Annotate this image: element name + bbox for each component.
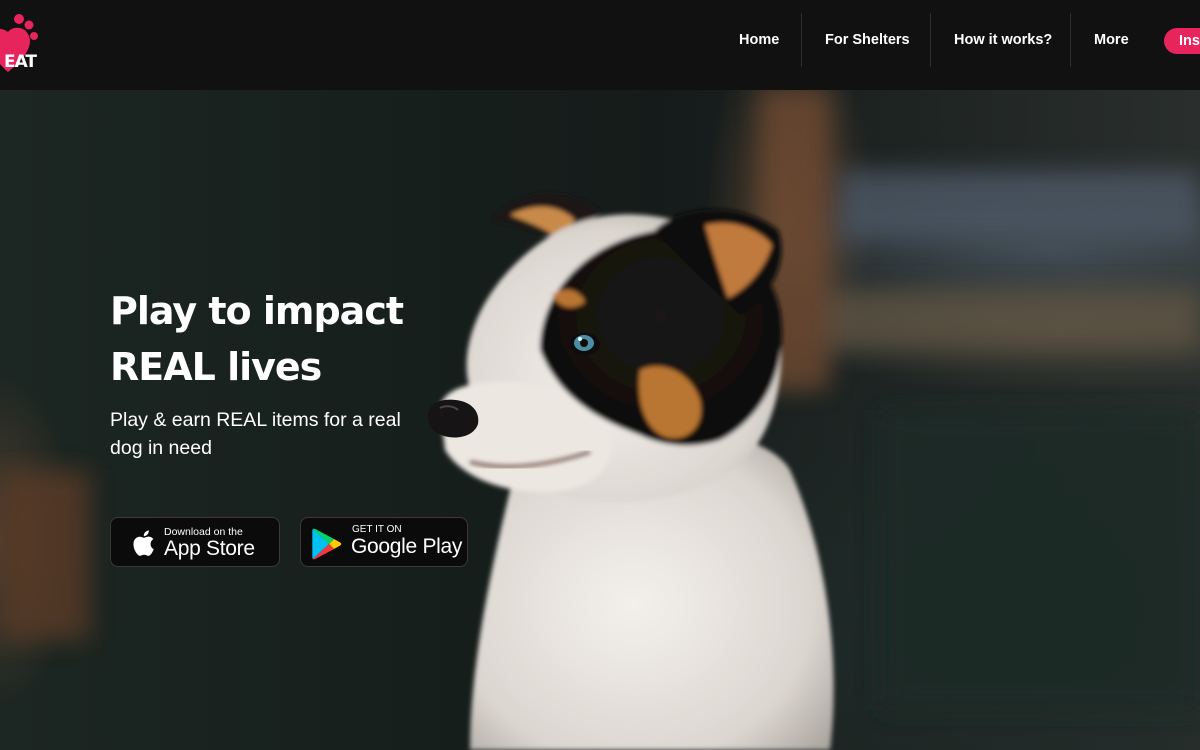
nav-divider xyxy=(1070,13,1071,67)
google-play-small-text: GET IT ON xyxy=(352,524,402,535)
hero-subtitle: Play & earn REAL items for a real dog in… xyxy=(110,409,401,459)
app-store-button[interactable]: Download on the App Store xyxy=(110,517,280,567)
google-play-button[interactable]: GET IT ON Google Play xyxy=(300,517,468,567)
app-store-label: App Store xyxy=(164,537,255,560)
apple-icon xyxy=(133,530,154,556)
nav-how-it-works[interactable]: How it works? xyxy=(954,30,1052,50)
google-play-icon xyxy=(312,528,342,560)
logo-text: EAT xyxy=(3,52,37,72)
hero-title-line1: Play to impact xyxy=(110,289,404,333)
install-button[interactable]: Inst xyxy=(1164,28,1200,54)
logo[interactable]: EAT xyxy=(0,12,38,76)
nav-for-shelters[interactable]: For Shelters xyxy=(825,30,910,50)
site-header: EAT Home For Shelters How it works? More… xyxy=(0,0,1200,90)
nav-home[interactable]: Home xyxy=(739,30,779,50)
nav-divider xyxy=(930,13,931,67)
nav-more[interactable]: More xyxy=(1094,30,1129,50)
hero-title-line2: REAL lives xyxy=(110,345,322,389)
hero-title: Play to impact REAL lives xyxy=(110,283,450,395)
google-play-label: Google Play xyxy=(351,535,463,558)
nav-divider xyxy=(801,13,802,67)
hero-section: Play to impact REAL lives Play & earn RE… xyxy=(0,90,1200,750)
